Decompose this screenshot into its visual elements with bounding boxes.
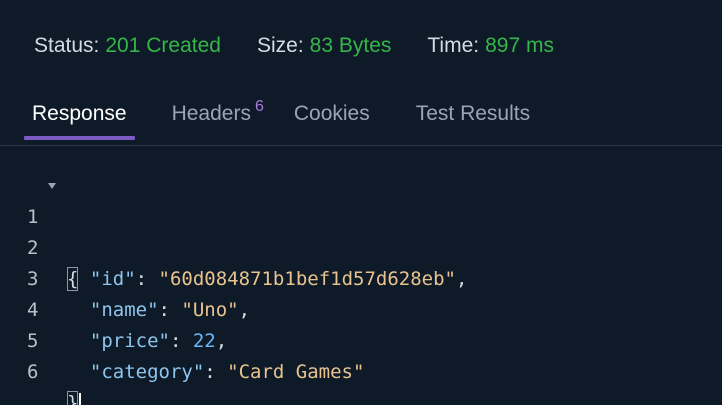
code-line: 3 "name": "Uno", bbox=[0, 233, 722, 321]
code-content: "category": "Card Games" bbox=[89, 361, 365, 383]
time-value: 897 ms bbox=[485, 34, 554, 57]
code-line: 1 { bbox=[0, 171, 722, 291]
status-label: Status: bbox=[34, 34, 100, 57]
code-line: 6 } bbox=[0, 326, 722, 405]
line-number: 6 bbox=[27, 361, 39, 383]
size-value: 83 Bytes bbox=[309, 34, 392, 57]
status-value: 201 Created bbox=[105, 34, 221, 57]
status-stat: Status: 201 Created bbox=[34, 34, 221, 58]
response-status-bar: Status: 201 Created Size: 83 Bytes Time:… bbox=[34, 34, 554, 58]
tab-cookies[interactable]: Cookies bbox=[286, 102, 378, 140]
tab-test-results-label: Test Results bbox=[415, 102, 531, 125]
code-line: 5 "category": "Card Games" bbox=[0, 295, 722, 383]
json-string-value: "Card Games" bbox=[227, 361, 365, 383]
code-content: } bbox=[67, 388, 82, 405]
response-tabs: Response Headers 6 Cookies Test Results bbox=[24, 98, 538, 140]
code-line: 2 "id": "60d084871b1bef1d57d628eb", bbox=[0, 202, 722, 290]
tab-headers-label: Headers bbox=[171, 102, 251, 125]
json-key: "category" bbox=[89, 361, 205, 383]
tab-test-results[interactable]: Test Results bbox=[408, 102, 538, 140]
response-panel: Status: 201 Created Size: 83 Bytes Time:… bbox=[0, 0, 722, 405]
tab-headers[interactable]: Headers 6 bbox=[164, 98, 272, 140]
text-cursor bbox=[79, 392, 82, 405]
size-label: Size: bbox=[256, 34, 304, 57]
size-stat: Size: 83 Bytes bbox=[257, 34, 391, 58]
tab-response-label: Response bbox=[32, 102, 127, 125]
chevron-down-icon[interactable] bbox=[48, 183, 56, 189]
headers-count-badge: 6 bbox=[254, 98, 264, 115]
code-line: 4 "price": 22, bbox=[0, 264, 722, 352]
tab-response[interactable]: Response bbox=[24, 102, 135, 140]
close-brace: } bbox=[67, 391, 79, 405]
response-body-editor[interactable]: 1 { 2 "id": "60d084871b1bef1d57d628eb", … bbox=[0, 171, 722, 405]
time-stat: Time: 897 ms bbox=[427, 34, 554, 58]
time-label: Time: bbox=[427, 34, 480, 57]
tab-cookies-label: Cookies bbox=[293, 102, 370, 125]
tabs-divider bbox=[0, 145, 722, 146]
